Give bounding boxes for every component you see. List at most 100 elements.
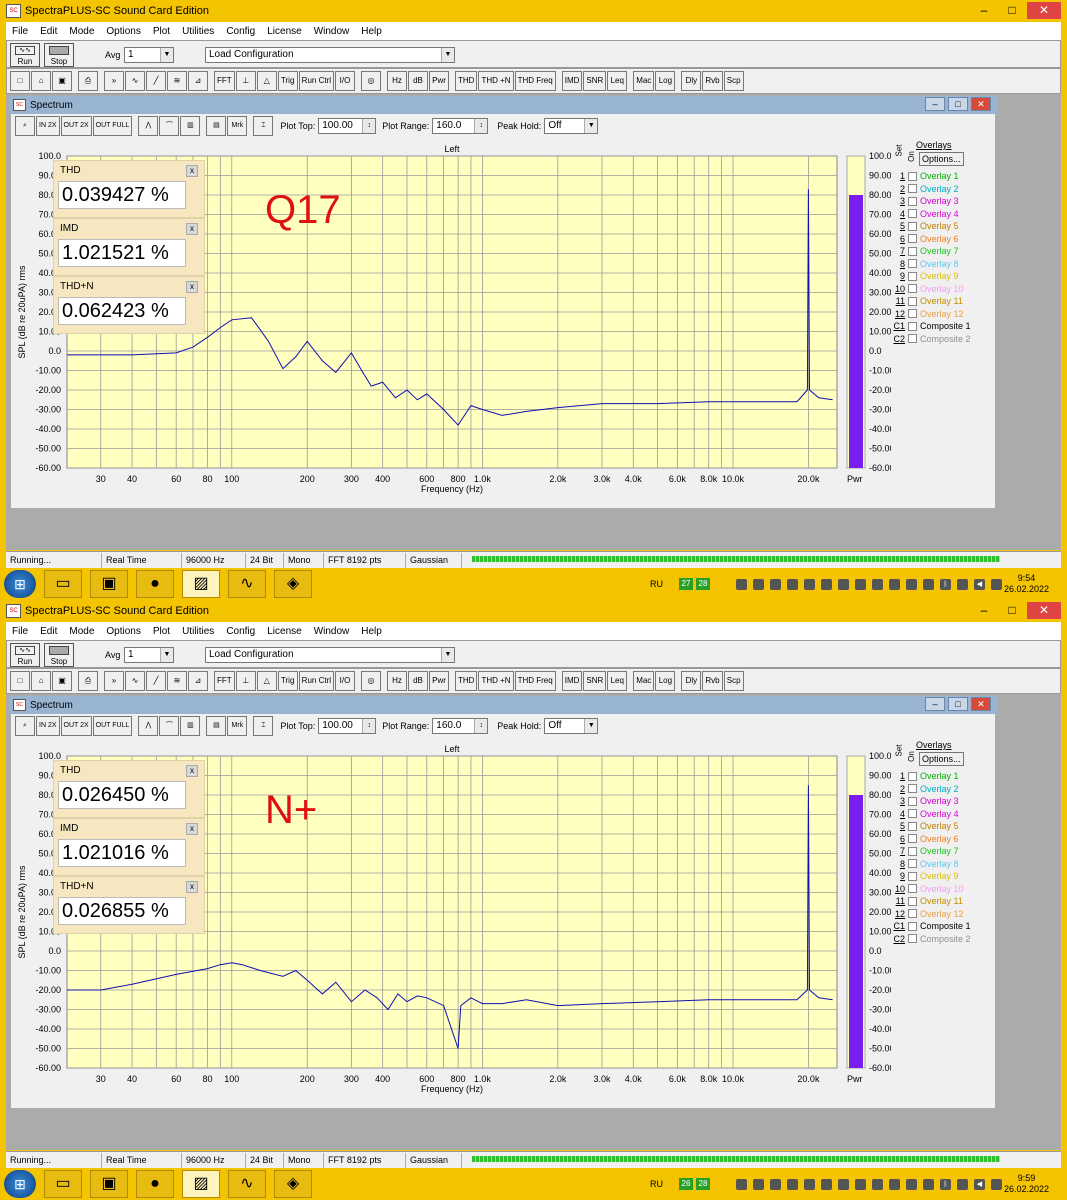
close-button[interactable]: ✕: [1027, 2, 1061, 19]
menu-file[interactable]: File: [6, 626, 34, 637]
tray-app-icon[interactable]: [787, 578, 798, 590]
overlay-checkbox[interactable]: [908, 871, 917, 881]
zoom-in-2x-button[interactable]: IN 2X: [36, 716, 60, 736]
phase-icon[interactable]: ⊿: [188, 671, 208, 691]
battery-icon[interactable]: [957, 1178, 968, 1190]
thd-meter[interactable]: THD x 0.039427 %: [53, 160, 205, 218]
cursor-icon[interactable]: ⌶: [253, 716, 274, 736]
overlay-item[interactable]: 9 Overlay 9: [891, 270, 959, 282]
run-button[interactable]: ∿∿ Run: [10, 643, 40, 667]
db-button[interactable]: dB: [408, 671, 429, 691]
area-mode-icon[interactable]: ⌒: [159, 716, 180, 736]
tray-app-icon[interactable]: [872, 1178, 883, 1190]
spinner-icon[interactable]: ↕: [362, 119, 376, 133]
zoom-out-full-button[interactable]: OUT FULL: [92, 716, 133, 736]
leq-button[interactable]: Leq: [607, 671, 628, 691]
zoom-icon[interactable]: ⌕: [15, 116, 35, 136]
avg-select[interactable]: 1 ▼: [124, 47, 174, 63]
zoom-icon[interactable]: ⌕: [15, 716, 35, 736]
overlay-item[interactable]: 12 Overlay 12: [891, 908, 964, 920]
taskbar-firefox-icon[interactable]: ●: [136, 1170, 174, 1198]
io-button[interactable]: I/O: [335, 671, 356, 691]
log-button[interactable]: Log: [655, 71, 676, 91]
tray-app-icon[interactable]: [804, 1178, 815, 1190]
bluetooth-icon[interactable]: ᛒ: [940, 578, 951, 590]
overlay-checkbox[interactable]: [908, 309, 917, 318]
overlay-checkbox[interactable]: [908, 859, 917, 868]
print-icon[interactable]: ⎙: [78, 671, 98, 691]
taskbar-explorer-icon[interactable]: ▭: [44, 570, 82, 598]
tray-app-icon[interactable]: [838, 578, 849, 590]
line-mode-icon[interactable]: ⋀: [138, 716, 159, 736]
tray-badge-1[interactable]: 26: [679, 1178, 693, 1190]
spectrum-close-button[interactable]: ✕: [971, 97, 991, 111]
network-icon[interactable]: [991, 578, 1002, 590]
tray-badge-2[interactable]: 28: [696, 1178, 710, 1190]
run-ctrl-button[interactable]: Run Ctrl: [298, 71, 335, 91]
volume-icon[interactable]: ◀: [974, 578, 985, 590]
line-mode-icon[interactable]: ⋀: [138, 116, 159, 136]
properties-icon[interactable]: ▤: [206, 116, 227, 136]
overlay-checkbox[interactable]: [908, 234, 917, 243]
tray-app-icon[interactable]: [736, 1178, 747, 1190]
scale-icon[interactable]: ⊥: [235, 71, 256, 91]
overlay-checkbox[interactable]: [908, 321, 917, 331]
minimize-button[interactable]: –: [971, 2, 997, 19]
menu-options[interactable]: Options: [100, 626, 146, 637]
spectrogram-icon[interactable]: ≋: [167, 671, 187, 691]
plot-top-input[interactable]: 100.00 ↕: [318, 118, 377, 134]
time-series-icon[interactable]: ∿: [125, 71, 145, 91]
taskbar-save-icon[interactable]: ▣: [90, 1170, 128, 1198]
overlay-item[interactable]: 9 Overlay 9: [891, 870, 959, 882]
bluetooth-icon[interactable]: ᛒ: [940, 1178, 951, 1190]
overlay-options-button[interactable]: Options...: [919, 752, 964, 766]
close-icon[interactable]: x: [186, 165, 198, 177]
plot-range-input[interactable]: 160.0 ↕: [432, 718, 489, 734]
menu-license[interactable]: License: [261, 626, 307, 637]
overlay-item[interactable]: 8 Overlay 8: [891, 258, 959, 270]
plot-top-input[interactable]: 100.00 ↕: [318, 718, 377, 734]
time-series-icon[interactable]: ∿: [125, 671, 145, 691]
scp-button[interactable]: Scp: [723, 671, 744, 691]
tray-app-icon[interactable]: [736, 578, 747, 590]
generator-icon[interactable]: »: [104, 671, 124, 691]
spectrum-minimize-button[interactable]: –: [925, 697, 945, 711]
thd-freq-button[interactable]: THD Freq: [514, 671, 556, 691]
thdn-button[interactable]: THD +N: [478, 71, 514, 91]
tray-app-icon[interactable]: [821, 578, 832, 590]
spinner-icon[interactable]: ↕: [474, 719, 488, 733]
rvb-button[interactable]: Rvb: [702, 671, 723, 691]
tray-app-icon[interactable]: [804, 578, 815, 590]
battery-icon[interactable]: [957, 578, 968, 590]
zoom-out-2x-button[interactable]: OUT 2X: [60, 116, 92, 136]
print-icon[interactable]: ⎙: [78, 71, 98, 91]
menu-license[interactable]: License: [261, 26, 307, 37]
cursor-icon[interactable]: ⌶: [253, 116, 274, 136]
snr-button[interactable]: SNR: [583, 671, 607, 691]
spectrogram-icon[interactable]: ≋: [167, 71, 187, 91]
tray-app-icon[interactable]: [855, 578, 866, 590]
overlay-checkbox[interactable]: [908, 809, 917, 818]
tray-app-icon[interactable]: [770, 1178, 781, 1190]
overlay-checkbox[interactable]: [908, 184, 917, 193]
tray-app-icon[interactable]: [923, 578, 934, 590]
plot-range-input[interactable]: 160.0 ↕: [432, 118, 489, 134]
rvb-button[interactable]: Rvb: [702, 71, 723, 91]
overlay-checkbox[interactable]: [908, 896, 917, 906]
hz-button[interactable]: Hz: [387, 71, 408, 91]
snr-button[interactable]: SNR: [583, 71, 607, 91]
overlay-checkbox[interactable]: [908, 796, 917, 806]
taskbar-save-icon[interactable]: ▣: [90, 570, 128, 598]
taskbar-waveform-icon[interactable]: ∿: [228, 1170, 266, 1198]
overlay-checkbox[interactable]: [908, 196, 917, 206]
leq-button[interactable]: Leq: [607, 71, 628, 91]
new-file-icon[interactable]: □: [10, 71, 30, 91]
generator-icon[interactable]: »: [104, 71, 124, 91]
overlay-item[interactable]: 6 Overlay 6: [891, 833, 959, 845]
avg-select[interactable]: 1 ▼: [124, 647, 174, 663]
mac-button[interactable]: Mac: [633, 671, 655, 691]
thd-meter[interactable]: THD x 0.026450 %: [53, 760, 205, 818]
overlay-item[interactable]: 1 Overlay 1: [891, 170, 959, 182]
language-indicator[interactable]: RU: [650, 1179, 663, 1189]
open-file-icon[interactable]: ⌂: [31, 671, 51, 691]
